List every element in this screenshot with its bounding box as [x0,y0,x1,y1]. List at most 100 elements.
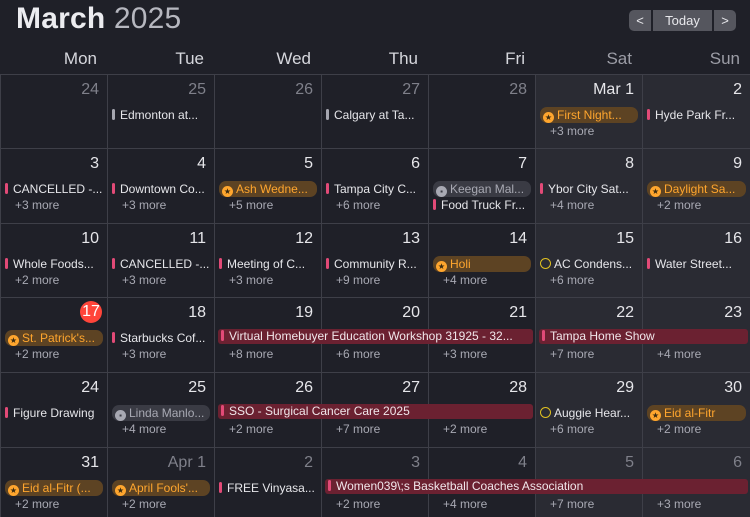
more-events-link[interactable]: +3 more [550,124,594,138]
more-events-link[interactable]: +4 more [443,497,487,511]
day-cell[interactable]: Mar 1 ★ First Night... +3 more [535,74,642,148]
calendar-event[interactable]: Edmonton at... [112,107,210,123]
more-events-link[interactable]: +4 more [550,198,594,212]
day-cell[interactable]: 25 ▪ Linda Manlo... +4 more [107,372,214,447]
calendar-event[interactable]: ▪ Keegan Mal... [433,181,531,197]
day-cell[interactable]: 2 FREE Vinyasa... [214,447,321,517]
more-events-link[interactable]: +2 more [443,422,487,436]
more-events-link[interactable]: +4 more [122,422,166,436]
day-cell[interactable]: 18 Starbucks Cof... +3 more [107,297,214,372]
more-events-link[interactable]: +8 more [229,347,273,361]
day-cell[interactable]: 13 Community R... +9 more [321,223,428,297]
day-cell[interactable]: 2 Hyde Park Fr... [642,74,750,148]
more-events-link[interactable]: +2 more [657,198,701,212]
more-events-link[interactable]: +2 more [336,497,380,511]
day-cell[interactable]: 11 CANCELLED -... +3 more [107,223,214,297]
reminder-circle-icon [540,258,551,269]
more-events-link[interactable]: +6 more [550,273,594,287]
more-events-link[interactable]: +2 more [15,347,59,361]
more-events-link[interactable]: +3 more [122,198,166,212]
calendar-event[interactable]: Whole Foods... [5,256,103,272]
calendar-event[interactable]: Community R... [326,256,424,272]
day-cell[interactable]: 14 ★ Holi +4 more [428,223,535,297]
day-cell[interactable]: 29 Auggie Hear... +6 more [535,372,642,447]
event-title: Linda Manlo... [129,406,205,420]
day-cell[interactable]: 3 CANCELLED -... +3 more [0,148,107,223]
day-cell[interactable]: 8 Ybor City Sat... +4 more [535,148,642,223]
more-events-link[interactable]: +3 more [229,273,273,287]
day-cell[interactable]: 17 ★ St. Patrick's... +2 more [0,297,107,372]
day-cell[interactable]: 6 Tampa City C... +6 more [321,148,428,223]
more-events-link[interactable]: +3 more [122,347,166,361]
day-cell[interactable]: 9 ★ Daylight Sa... +2 more [642,148,750,223]
more-events-link[interactable]: +6 more [550,422,594,436]
day-cell[interactable]: 24 Figure Drawing [0,372,107,447]
more-events-link[interactable]: +2 more [229,422,273,436]
day-cell[interactable]: 15 AC Condens... +6 more [535,223,642,297]
more-events-link[interactable]: +2 more [657,422,701,436]
more-events-link[interactable]: +5 more [229,198,273,212]
day-cell[interactable]: 16 Water Street... [642,223,750,297]
calendar-event[interactable]: Calgary at Ta... [326,107,424,123]
day-cell[interactable]: 30 ★ Eid al-Fitr +2 more [642,372,750,447]
next-month-button[interactable]: > [714,10,736,31]
calendar-event[interactable]: Tampa City C... [326,181,424,197]
more-events-link[interactable]: +6 more [336,347,380,361]
more-events-link[interactable]: +3 more [443,347,487,361]
multi-day-event[interactable]: Women039\;s Basketball Coaches Associati… [325,479,748,494]
day-cell[interactable]: 28 [428,74,535,148]
calendar-event[interactable]: ★ Eid al-Fitr [647,405,746,421]
more-events-link[interactable]: +3 more [122,273,166,287]
calendar-event[interactable]: AC Condens... [540,256,638,272]
more-events-link[interactable]: +2 more [15,497,59,511]
more-events-link[interactable]: +9 more [336,273,380,287]
calendar-event[interactable]: ★ First Night... [540,107,638,123]
calendar-event[interactable]: ★ Eid al-Fitr (... [5,480,103,496]
multi-day-event[interactable]: Virtual Homebuyer Education Workshop 319… [218,329,533,344]
multi-day-event[interactable]: SSO - Surgical Cancer Care 2025 [218,404,533,419]
calendar-event[interactable]: Ybor City Sat... [540,181,638,197]
calendar-event[interactable]: ★ Ash Wedne... [219,181,317,197]
calendar-event[interactable]: Food Truck Fr... [433,197,531,213]
calendar-event[interactable]: ★ April Fools'... [112,480,210,496]
more-events-link[interactable]: +2 more [122,497,166,511]
calendar-event[interactable]: FREE Vinyasa... [219,480,317,496]
calendar-event[interactable]: Figure Drawing [5,405,103,421]
calendar-event[interactable]: Meeting of C... [219,256,317,272]
day-cell[interactable]: 4 Downtown Co... +3 more [107,148,214,223]
more-events-link[interactable]: +7 more [336,422,380,436]
multi-day-event[interactable]: Tampa Home Show [539,329,748,344]
day-cell[interactable]: 7 ▪ Keegan Mal... Food Truck Fr... [428,148,535,223]
calendar-event[interactable]: Hyde Park Fr... [647,107,746,123]
calendar-event[interactable]: ★ Holi [433,256,531,272]
day-cell[interactable]: 26 [214,74,321,148]
calendar-event[interactable]: CANCELLED -... [112,256,210,272]
day-cell[interactable]: 25 Edmonton at... [107,74,214,148]
calendar-event[interactable]: ▪ Linda Manlo... [112,405,210,421]
day-cell[interactable]: 27 Calgary at Ta... [321,74,428,148]
more-events-link[interactable]: +4 more [657,347,701,361]
calendar-event[interactable]: Water Street... [647,256,746,272]
more-events-link[interactable]: +7 more [550,347,594,361]
day-cell[interactable]: Apr 1 ★ April Fools'... +2 more [107,447,214,517]
day-cell[interactable]: 31 ★ Eid al-Fitr (... +2 more [0,447,107,517]
more-events-link[interactable]: +4 more [443,273,487,287]
day-cell[interactable]: 5 ★ Ash Wedne... +5 more [214,148,321,223]
calendar-event[interactable]: ★ Daylight Sa... [647,181,746,197]
day-cell[interactable]: 24 [0,74,107,148]
more-events-link[interactable]: +6 more [336,198,380,212]
more-events-link[interactable]: +3 more [15,198,59,212]
previous-month-button[interactable]: < [629,10,651,31]
more-events-link[interactable]: +2 more [15,273,59,287]
calendar-event[interactable]: Downtown Co... [112,181,210,197]
today-button[interactable]: Today [653,10,712,31]
calendar-event[interactable]: ★ St. Patrick's... [5,330,103,346]
event-title: Starbucks Cof... [120,331,206,345]
more-events-link[interactable]: +3 more [657,497,701,511]
more-events-link[interactable]: +7 more [550,497,594,511]
calendar-event[interactable]: CANCELLED -... [5,181,103,197]
calendar-event[interactable]: Auggie Hear... [540,405,638,421]
day-cell[interactable]: 12 Meeting of C... +3 more [214,223,321,297]
calendar-event[interactable]: Starbucks Cof... [112,330,210,346]
day-cell[interactable]: 10 Whole Foods... +2 more [0,223,107,297]
